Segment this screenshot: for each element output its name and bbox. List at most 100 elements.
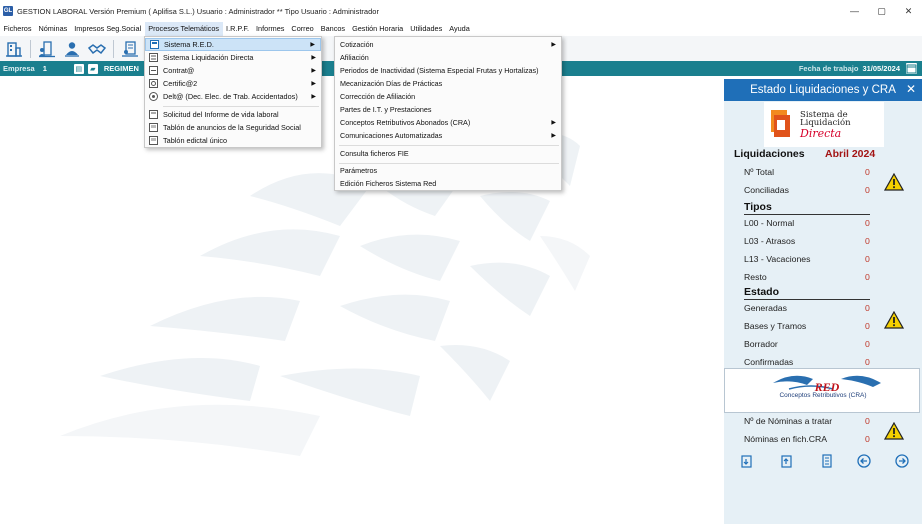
handshake-icon[interactable] <box>86 38 108 60</box>
menu-item-tablon-anuncios[interactable]: Tablón de anuncios de la Seguridad Socia… <box>145 121 321 134</box>
menu-item-delta[interactable]: Delt@ (Dec. Elec. de Trab. Accidentados)… <box>145 90 321 103</box>
menu-item-label: Consulta ficheros FIE <box>340 149 409 158</box>
menu-ayuda[interactable]: Ayuda <box>446 22 474 36</box>
estado-underline <box>744 299 870 300</box>
menu-impresos-seg-social[interactable]: Impresos Seg.Social <box>71 22 145 36</box>
close-icon[interactable]: ✕ <box>906 82 916 96</box>
employees-icon[interactable] <box>36 38 58 60</box>
empresa-label: Empresa <box>3 64 35 73</box>
row-value[interactable]: 0 <box>865 272 870 282</box>
warning-icon[interactable] <box>884 173 904 191</box>
row-value[interactable]: 0 <box>865 236 870 246</box>
menu-utilidades[interactable]: Utilidades <box>407 22 446 36</box>
menu-informes[interactable]: Informes <box>253 22 288 36</box>
menu-nominas[interactable]: Nóminas <box>35 22 71 36</box>
menu-item-vida-laboral[interactable]: Solicitud del Informe de vida laboral <box>145 108 321 121</box>
row-label: Generadas <box>744 303 787 313</box>
row-value[interactable]: 0 <box>865 339 870 349</box>
document-icon[interactable] <box>119 38 141 60</box>
menu-item-label: Conceptos Retributivos Abonados (CRA) <box>340 118 471 127</box>
menu-item-periodos-inactividad[interactable]: Periodos de Inactividad (Sistema Especia… <box>335 64 561 77</box>
menu-item-cra[interactable]: Conceptos Retributivos Abonados (CRA) ▶ <box>335 116 561 129</box>
row-value[interactable]: 0 <box>865 434 870 444</box>
menu-item-correccion-afiliacion[interactable]: Corrección de Afiliación <box>335 90 561 103</box>
row-label: Nóminas en fich.CRA <box>744 434 828 444</box>
toolbar-separator <box>113 39 114 58</box>
row-value[interactable]: 0 <box>865 218 870 228</box>
window-controls: — ▢ ✕ <box>841 0 922 22</box>
menu-item-certifica2[interactable]: Certific@2 ▶ <box>145 77 321 90</box>
minimize-button[interactable]: — <box>841 0 868 22</box>
row-label: Resto <box>744 272 767 282</box>
submenu-arrow-icon: ▶ <box>551 120 556 126</box>
menu-gestion-horaria[interactable]: Gestión Horaria <box>349 22 407 36</box>
user-icon[interactable] <box>61 38 83 60</box>
menu-item-afiliacion[interactable]: Afiliación <box>335 51 561 64</box>
menu-item-cotizacion[interactable]: Cotización ▶ <box>335 38 561 51</box>
row-value[interactable]: 0 <box>865 254 870 264</box>
submenu-arrow-icon: ▶ <box>311 68 316 74</box>
menu-item-comunicaciones-automatizadas[interactable]: Comunicaciones Automatizadas ▶ <box>335 129 561 142</box>
liquidaciones-title: Liquidaciones <box>734 148 805 160</box>
menu-item-edicion-ficheros-red[interactable]: Edición Ficheros Sistema Red <box>335 177 561 190</box>
menu-item-consulta-fie[interactable]: Consulta ficheros FIE <box>335 147 561 160</box>
next-icon[interactable] <box>895 454 909 468</box>
menu-irpf[interactable]: I.R.P.F. <box>223 22 253 36</box>
report-icon[interactable] <box>820 454 834 468</box>
folder-icon[interactable]: ▰ <box>87 63 98 74</box>
menu-item-sistema-liquidacion-directa[interactable]: Sistema Liquidación Directa ▶ <box>145 51 321 64</box>
red-cra-logo[interactable]: RED Conceptos Retributivos (CRA) <box>724 368 920 413</box>
red-logo-caption: Conceptos Retributivos (CRA) <box>779 392 867 399</box>
row-value[interactable]: 0 <box>865 185 870 195</box>
row-label: L03 - Atrasos <box>744 236 796 246</box>
row-label: Bases y Tramos <box>744 321 807 331</box>
work-date-label: Fecha de trabajo <box>798 64 859 73</box>
delta-icon <box>149 92 158 101</box>
warning-icon[interactable] <box>884 311 904 329</box>
app-icon: GL <box>3 6 13 16</box>
certifica-icon <box>149 79 158 88</box>
menu-item-label: Tablón de anuncios de la Seguridad Socia… <box>163 123 301 132</box>
row-value[interactable]: 0 <box>865 416 870 426</box>
menu-item-contrata[interactable]: Contrat@ ▶ <box>145 64 321 77</box>
menu-item-tablon-edictal[interactable]: Tablón edictal único <box>145 134 321 147</box>
row-label: L13 - Vacaciones <box>744 254 811 264</box>
sld-icon <box>149 53 158 62</box>
previous-icon[interactable] <box>857 454 871 468</box>
menu-bar: Ficheros Nóminas Impresos Seg.Social Pro… <box>0 22 922 36</box>
sld-logo[interactable]: Sistema de Liquidación Directa <box>764 102 884 147</box>
submenu-arrow-icon: ▶ <box>311 94 316 100</box>
toolbar-separator <box>30 39 31 58</box>
menu-correo[interactable]: Correo <box>288 22 317 36</box>
submenu-arrow-icon: ▶ <box>310 42 315 48</box>
warning-icon[interactable] <box>884 422 904 440</box>
export-icon[interactable] <box>740 454 754 468</box>
red-system-icon <box>150 40 159 49</box>
submenu-arrow-icon: ▶ <box>311 81 316 87</box>
menu-item-partes-it[interactable]: Partes de I.T. y Prestaciones <box>335 103 561 116</box>
sistema-red-submenu: Cotización ▶ Afiliación Periodos de Inac… <box>334 36 562 191</box>
copy-icon[interactable]: ▤ <box>73 63 84 74</box>
row-value[interactable]: 0 <box>865 321 870 331</box>
row-value[interactable]: 0 <box>865 303 870 313</box>
menu-item-label: Delt@ (Dec. Elec. de Trab. Accidentados) <box>163 92 298 101</box>
liquidaciones-month: Abril 2024 <box>825 148 876 160</box>
menu-bancos[interactable]: Bancos <box>317 22 348 36</box>
row-value[interactable]: 0 <box>865 167 870 177</box>
menu-ficheros[interactable]: Ficheros <box>0 22 35 36</box>
menu-item-dias-practicas[interactable]: Mecanización Días de Prácticas <box>335 77 561 90</box>
menu-item-parametros[interactable]: Parámetros <box>335 164 561 177</box>
sld-logo-text: Sistema de Liquidación Directa <box>800 110 851 138</box>
import-icon[interactable] <box>780 454 794 468</box>
submenu-arrow-icon: ▶ <box>311 55 316 61</box>
menu-procesos-telematicos[interactable]: Procesos Telemáticos <box>144 22 223 36</box>
calendar-icon[interactable] <box>906 63 917 74</box>
menu-item-label: Cotización <box>340 40 374 49</box>
row-label: Nº de Nóminas a tratar <box>744 416 833 426</box>
company-icon[interactable] <box>3 38 25 60</box>
maximize-button[interactable]: ▢ <box>868 0 895 22</box>
menu-item-sistema-red[interactable]: Sistema R.E.D. ▶ <box>145 38 321 51</box>
row-value[interactable]: 0 <box>865 357 870 367</box>
empresa-value: 1 <box>42 64 47 73</box>
close-window-button[interactable]: ✕ <box>895 0 922 22</box>
